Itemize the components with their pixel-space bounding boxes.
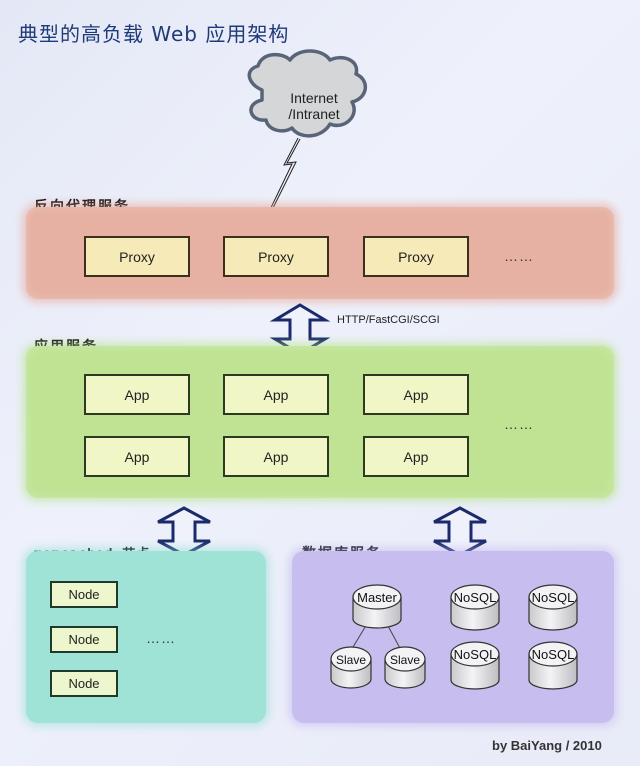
nosql-db-cylinder-label: NoSQL: [454, 647, 497, 662]
nosql-db-cylinder-label: NoSQL: [454, 590, 497, 605]
slave-db-cylinder-label: Slave: [336, 653, 366, 667]
slave-db-cylinder-label: Slave: [390, 653, 420, 667]
database-cylinders-svg: Master Slave Slave NoSQL NoSQL NoSQL NoSQL: [330, 584, 578, 690]
nosql-db-cylinder-label: NoSQL: [532, 647, 575, 662]
slave-db-cylinder: Slave: [384, 646, 426, 689]
master-db-cylinder: Master: [352, 584, 402, 629]
master-db-cylinder-label: Master: [357, 590, 397, 605]
author-credit: by BaiYang / 2010: [492, 738, 602, 753]
nosql-db-cylinder: NoSQL: [450, 641, 500, 690]
nosql-db-cylinder-label: NoSQL: [532, 590, 575, 605]
nosql-db-cylinder: NoSQL: [528, 641, 578, 690]
slave-db-cylinder: Slave: [330, 646, 372, 689]
nosql-db-cylinder: NoSQL: [528, 584, 578, 631]
nosql-db-cylinder: NoSQL: [450, 584, 500, 631]
